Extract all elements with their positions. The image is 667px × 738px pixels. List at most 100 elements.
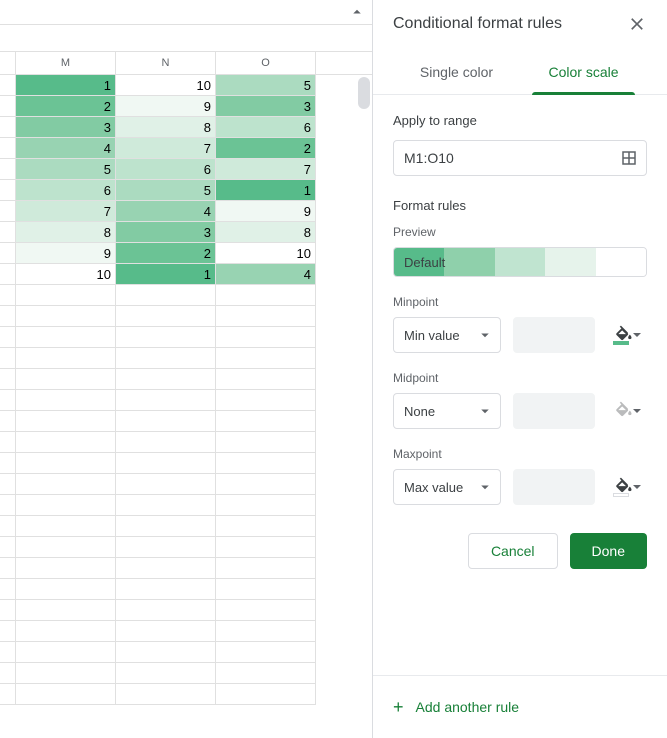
cell[interactable]: 2 (16, 96, 116, 117)
cell[interactable]: 5 (16, 159, 116, 180)
cell[interactable] (16, 390, 116, 411)
cell[interactable] (216, 642, 316, 663)
cell[interactable]: 6 (116, 159, 216, 180)
row-header[interactable] (0, 75, 16, 96)
cell[interactable] (16, 642, 116, 663)
cell[interactable] (16, 495, 116, 516)
cell[interactable]: 10 (16, 264, 116, 285)
row-header[interactable] (0, 453, 16, 474)
cell[interactable] (116, 516, 216, 537)
row-header[interactable] (0, 474, 16, 495)
cell[interactable] (216, 516, 316, 537)
cell[interactable]: 6 (16, 180, 116, 201)
cell[interactable] (116, 285, 216, 306)
cell[interactable] (16, 411, 116, 432)
cell[interactable] (16, 621, 116, 642)
grid-body[interactable]: 110529338647256765174983892101014 (0, 75, 372, 738)
spreadsheet-grid[interactable]: M N O 110529338647256765174983892101014 (0, 0, 373, 738)
cell[interactable] (116, 369, 216, 390)
cell[interactable] (216, 579, 316, 600)
cell[interactable] (16, 663, 116, 684)
row-header[interactable] (0, 642, 16, 663)
cell[interactable]: 10 (116, 75, 216, 96)
cell[interactable] (116, 411, 216, 432)
row-header[interactable] (0, 411, 16, 432)
cell[interactable] (16, 516, 116, 537)
cell[interactable] (16, 453, 116, 474)
cell[interactable] (216, 411, 316, 432)
row-header[interactable] (0, 96, 16, 117)
cell[interactable] (16, 285, 116, 306)
cell[interactable] (216, 537, 316, 558)
cell[interactable]: 4 (216, 264, 316, 285)
cell[interactable] (16, 579, 116, 600)
cell[interactable]: 7 (16, 201, 116, 222)
cell[interactable]: 1 (16, 75, 116, 96)
cell[interactable] (216, 306, 316, 327)
row-header[interactable] (0, 537, 16, 558)
maxpoint-select[interactable]: Max value (393, 469, 501, 505)
cell[interactable]: 4 (16, 138, 116, 159)
col-head-n[interactable]: N (116, 52, 216, 74)
cell[interactable] (216, 600, 316, 621)
cell[interactable] (16, 474, 116, 495)
row-header[interactable] (0, 138, 16, 159)
cell[interactable] (216, 495, 316, 516)
cell[interactable] (116, 663, 216, 684)
cell[interactable]: 6 (216, 117, 316, 138)
cell[interactable]: 10 (216, 243, 316, 264)
cell[interactable]: 1 (216, 180, 316, 201)
cell[interactable] (16, 537, 116, 558)
cell[interactable] (216, 558, 316, 579)
cell[interactable] (116, 642, 216, 663)
cell[interactable]: 9 (216, 201, 316, 222)
row-header[interactable] (0, 369, 16, 390)
row-header[interactable] (0, 495, 16, 516)
cell[interactable]: 9 (16, 243, 116, 264)
cell[interactable] (116, 474, 216, 495)
cell[interactable]: 8 (16, 222, 116, 243)
formula-bar-collapse[interactable] (0, 0, 372, 24)
cell[interactable]: 5 (116, 180, 216, 201)
cell[interactable] (116, 306, 216, 327)
row-header[interactable] (0, 180, 16, 201)
cell[interactable] (16, 369, 116, 390)
cell[interactable] (116, 495, 216, 516)
cell[interactable] (216, 684, 316, 705)
row-header[interactable] (0, 684, 16, 705)
row-header[interactable] (0, 285, 16, 306)
cell[interactable]: 2 (116, 243, 216, 264)
row-header[interactable] (0, 579, 16, 600)
cell[interactable] (216, 327, 316, 348)
cell[interactable] (216, 453, 316, 474)
preview-swatch[interactable]: Default (393, 247, 647, 277)
cell[interactable] (116, 600, 216, 621)
row-header[interactable] (0, 243, 16, 264)
cell[interactable] (16, 558, 116, 579)
cell[interactable] (216, 348, 316, 369)
cell[interactable] (16, 348, 116, 369)
cell[interactable] (16, 432, 116, 453)
minpoint-color-button[interactable] (607, 317, 641, 353)
cell[interactable] (216, 390, 316, 411)
row-header[interactable] (0, 558, 16, 579)
cell[interactable]: 1 (116, 264, 216, 285)
maxpoint-color-button[interactable] (607, 469, 641, 505)
formula-bar[interactable] (0, 24, 372, 52)
cell[interactable] (116, 453, 216, 474)
cell[interactable]: 3 (216, 96, 316, 117)
cell[interactable]: 8 (116, 117, 216, 138)
cell[interactable] (116, 684, 216, 705)
cell[interactable] (116, 579, 216, 600)
cell[interactable] (116, 327, 216, 348)
cell[interactable] (216, 621, 316, 642)
range-input[interactable]: M1:O10 (393, 140, 647, 176)
cell[interactable] (16, 306, 116, 327)
cell[interactable] (16, 600, 116, 621)
cell[interactable] (216, 369, 316, 390)
tab-color-scale[interactable]: Color scale (520, 52, 647, 94)
cell[interactable] (216, 285, 316, 306)
row-header[interactable] (0, 117, 16, 138)
cell[interactable] (16, 684, 116, 705)
add-another-rule[interactable]: + Add another rule (373, 675, 667, 738)
